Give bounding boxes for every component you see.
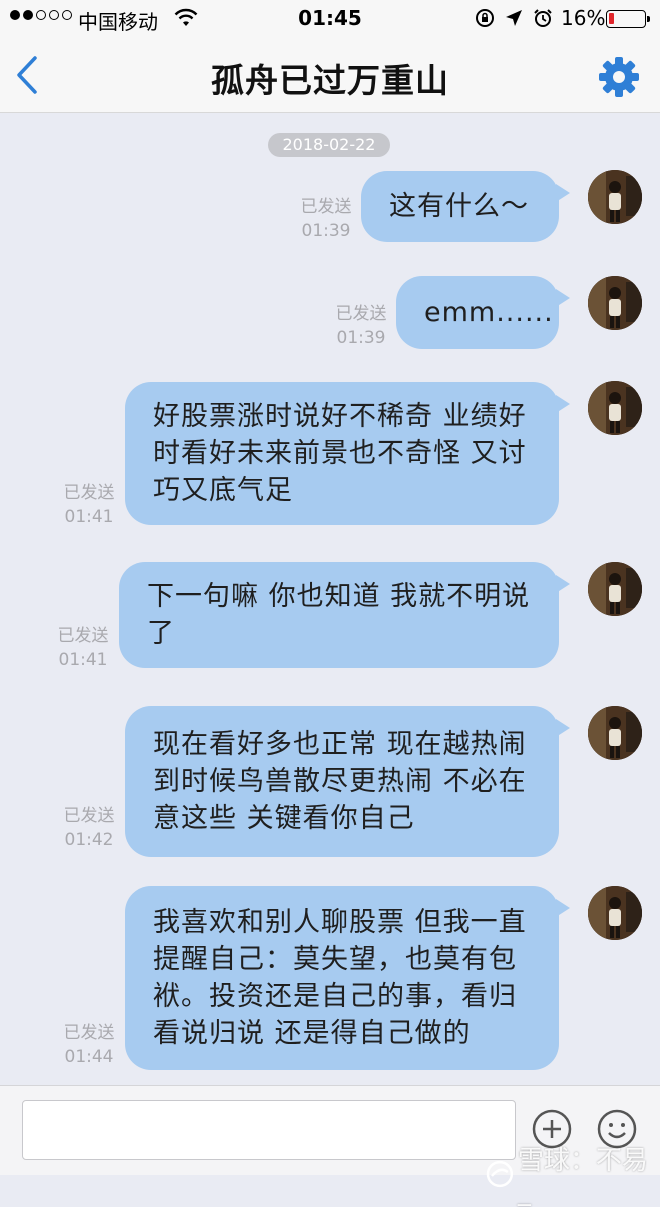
- message-time: 01:44: [64, 1047, 114, 1067]
- message-bubble[interactable]: 好股票涨时说好不稀奇 业绩好 时看好未来前景也不奇怪 又讨 巧又底气足: [125, 382, 570, 525]
- message-meta: 已发送 01:41: [56, 481, 122, 529]
- message-time: 01:39: [336, 328, 386, 348]
- message-bubble[interactable]: emm......: [396, 276, 570, 349]
- message-text-line: 意这些 关键看你自己: [153, 803, 415, 834]
- status-bar: 中国移动 01:45 16%: [0, 0, 660, 38]
- gear-icon[interactable]: [598, 56, 640, 98]
- message-text-line: 看说归说 还是得自己做的: [153, 1018, 471, 1049]
- message-meta: 已发送 01:39: [328, 302, 394, 350]
- message-bubble[interactable]: 我喜欢和别人聊股票 但我一直 提醒自己：莫失望，也莫有包 袱。投资还是自己的事，看归…: [125, 886, 570, 1070]
- message-text-line: 下一句嘛 你也知道 我就不明说: [147, 581, 531, 612]
- message-text-line: 袱。投资还是自己的事，看归: [153, 981, 517, 1012]
- message-text-line: emm......: [424, 297, 554, 328]
- avatar[interactable]: [588, 170, 642, 224]
- delivery-status: 已发送: [63, 483, 115, 503]
- back-chevron-icon[interactable]: [10, 52, 44, 98]
- message-meta: 已发送 01:42: [56, 804, 122, 852]
- message-text-line: 我喜欢和别人聊股票 但我一直: [153, 907, 527, 938]
- delivery-status: 已发送: [63, 806, 115, 826]
- message-time: 01:41: [58, 650, 108, 670]
- message-time: 01:42: [64, 830, 114, 850]
- message-text-line: 提醒自己：莫失望，也莫有包: [153, 944, 517, 975]
- location-arrow-icon: [506, 10, 522, 26]
- message-bubble[interactable]: 现在看好多也正常 现在越热闹 到时候鸟兽散尽更热闹 不必在 意这些 关键看你自己: [125, 706, 570, 857]
- message-text-line: 了: [147, 618, 175, 649]
- avatar[interactable]: [588, 706, 642, 760]
- conversation-title: 孤舟已过万重山: [211, 61, 449, 100]
- message-input[interactable]: [22, 1100, 516, 1160]
- message-meta: 已发送 01:39: [293, 195, 359, 243]
- message-text-line: 好股票涨时说好不稀奇 业绩好: [153, 401, 527, 432]
- delivery-status: 已发送: [57, 626, 109, 646]
- delivery-status: 已发送: [335, 304, 387, 324]
- message-meta: 已发送 01:41: [50, 624, 116, 672]
- message-text-line: 现在看好多也正常 现在越热闹: [153, 729, 527, 760]
- navigation-bar: 孤舟已过万重山: [0, 38, 660, 113]
- message-text-line: 这有什么～: [389, 191, 529, 222]
- delivery-status: 已发送: [63, 1023, 115, 1043]
- message-bubble[interactable]: 下一句嘛 你也知道 我就不明说了: [119, 562, 570, 668]
- avatar[interactable]: [588, 886, 642, 940]
- avatar[interactable]: [588, 276, 642, 330]
- message-text-line: 巧又底气足: [153, 475, 293, 506]
- delivery-status: 已发送: [300, 197, 352, 217]
- message-bubble[interactable]: 这有什么～: [361, 171, 570, 242]
- date-separator: 2018-02-22: [268, 133, 390, 157]
- battery-icon: [606, 10, 650, 28]
- message-time: 01:39: [301, 221, 351, 241]
- message-meta: 已发送 01:44: [56, 1021, 122, 1069]
- alarm-clock-icon: [534, 9, 552, 27]
- message-time: 01:41: [64, 507, 114, 527]
- message-text-line: 到时候鸟兽散尽更热闹 不必在: [153, 766, 527, 797]
- avatar[interactable]: [588, 381, 642, 435]
- battery-percent: 16%: [561, 6, 606, 30]
- avatar[interactable]: [588, 562, 642, 616]
- rotation-lock-icon: [476, 9, 494, 27]
- message-text-line: 时看好未来前景也不奇怪 又讨: [153, 438, 527, 469]
